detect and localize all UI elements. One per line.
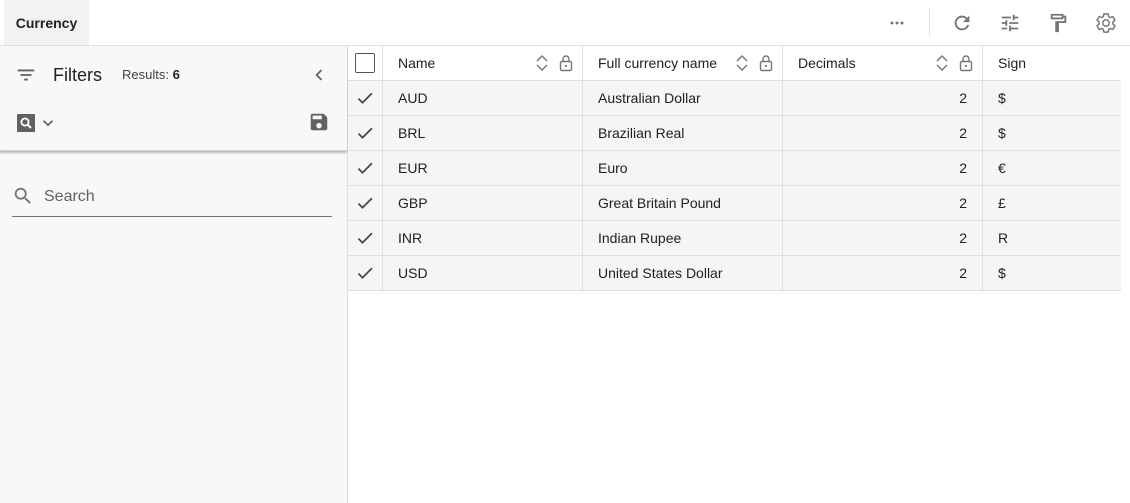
column-header-label: Name <box>398 55 436 71</box>
sort-icon[interactable] <box>534 54 550 72</box>
check-icon <box>357 162 373 174</box>
cell-name: INR <box>383 221 583 255</box>
filters-title: Filters <box>53 65 102 85</box>
row-select-cell[interactable] <box>348 116 383 150</box>
check-icon <box>357 127 373 139</box>
cell-name: BRL <box>383 116 583 150</box>
top-toolbar: Currency <box>0 0 1130 46</box>
refresh-icon <box>954 15 970 31</box>
cell-full-name: Australian Dollar <box>583 81 783 115</box>
row-select-cell[interactable] <box>348 256 383 290</box>
settings-button[interactable] <box>1092 9 1120 37</box>
tab-currency[interactable]: Currency <box>4 0 89 45</box>
collapse-sidebar-button[interactable] <box>306 62 332 88</box>
format-paint-button[interactable] <box>1044 9 1072 37</box>
search-icon <box>12 185 34 207</box>
cell-decimals: 2 <box>783 221 983 255</box>
table-row[interactable]: AUD Australian Dollar 2 $ <box>348 81 1121 116</box>
cell-sign: $ <box>998 125 1006 141</box>
filter-list-icon <box>14 63 38 87</box>
cell-name: AUD <box>383 81 583 115</box>
table-row[interactable]: BRL Brazilian Real 2 $ <box>348 116 1121 151</box>
table-row[interactable]: EUR Euro 2 € <box>348 151 1121 186</box>
cell-decimals: 2 <box>783 256 983 290</box>
cell-full-name: Brazilian Real <box>583 116 783 150</box>
search-input[interactable] <box>44 184 324 210</box>
check-icon <box>357 232 373 244</box>
column-header-full-name[interactable]: Full currency name <box>583 46 783 80</box>
tune-button[interactable] <box>996 9 1024 37</box>
check-icon <box>357 197 373 209</box>
row-select-cell[interactable] <box>348 151 383 185</box>
sort-icon[interactable] <box>934 54 950 72</box>
currency-grid: Name Full currency name Decimals Sign AU… <box>348 46 1121 291</box>
row-select-cell[interactable] <box>348 221 383 255</box>
filters-header: Filters Results: 6 <box>0 46 347 151</box>
cell-decimals: 2 <box>783 186 983 220</box>
saved-filters-dropdown[interactable] <box>12 110 60 136</box>
saved-search-icon <box>17 114 35 132</box>
more-horizontal-icon <box>890 21 904 25</box>
cell-sign: £ <box>998 195 1006 211</box>
table-row[interactable]: INR Indian Rupee 2 R <box>348 221 1121 256</box>
table-row[interactable]: USD United States Dollar 2 $ <box>348 256 1121 291</box>
cell-full-name: United States Dollar <box>583 256 783 290</box>
lock-icon[interactable] <box>558 54 574 72</box>
results-count: Results: 6 <box>122 67 180 82</box>
header-select-cell <box>348 46 383 80</box>
sort-icon[interactable] <box>734 54 750 72</box>
check-icon <box>357 267 373 279</box>
settings-gear-icon <box>1096 13 1116 33</box>
tune-icon <box>1001 14 1019 32</box>
cell-decimals: 2 <box>783 81 983 115</box>
refresh-button[interactable] <box>948 9 976 37</box>
chevron-left-icon <box>315 69 323 81</box>
cell-decimals: 2 <box>783 116 983 150</box>
results-value: 6 <box>172 67 180 82</box>
cell-name: USD <box>383 256 583 290</box>
tab-label: Currency <box>15 14 78 31</box>
column-header-name[interactable]: Name <box>383 46 583 80</box>
cell-sign: $ <box>998 90 1006 106</box>
check-icon <box>357 92 373 104</box>
row-select-cell[interactable] <box>348 81 383 115</box>
cell-name: EUR <box>383 151 583 185</box>
results-label: Results: <box>122 67 169 82</box>
column-header-label: Full currency name <box>598 55 718 71</box>
table-row[interactable]: GBP Great Britain Pound 2 £ <box>348 186 1121 221</box>
save-icon <box>310 113 328 131</box>
cell-full-name: Great Britain Pound <box>583 186 783 220</box>
lock-icon[interactable] <box>758 54 774 72</box>
select-all-checkbox[interactable] <box>355 53 375 73</box>
grid-header-row: Name Full currency name Decimals Sign <box>348 46 1121 81</box>
column-header-label: Sign <box>998 55 1027 71</box>
chevron-down-icon <box>43 120 53 127</box>
save-filter-button[interactable] <box>306 109 332 135</box>
format-paint-icon <box>1050 13 1067 33</box>
cell-decimals: 2 <box>783 151 983 185</box>
more-button[interactable] <box>883 9 911 37</box>
cell-sign: R <box>998 230 1009 246</box>
lock-icon[interactable] <box>958 54 974 72</box>
column-header-decimals[interactable]: Decimals <box>783 46 983 80</box>
cell-sign: $ <box>998 265 1006 281</box>
cell-sign: € <box>998 160 1006 176</box>
row-select-cell[interactable] <box>348 186 383 220</box>
toolbar-divider <box>929 8 930 36</box>
cell-full-name: Indian Rupee <box>583 221 783 255</box>
search-field <box>12 176 332 217</box>
column-header-sign[interactable]: Sign <box>983 46 1121 80</box>
cell-full-name: Euro <box>583 151 783 185</box>
column-header-label: Decimals <box>798 55 856 71</box>
cell-name: GBP <box>383 186 583 220</box>
filters-sidebar: Filters Results: 6 <box>0 46 348 503</box>
